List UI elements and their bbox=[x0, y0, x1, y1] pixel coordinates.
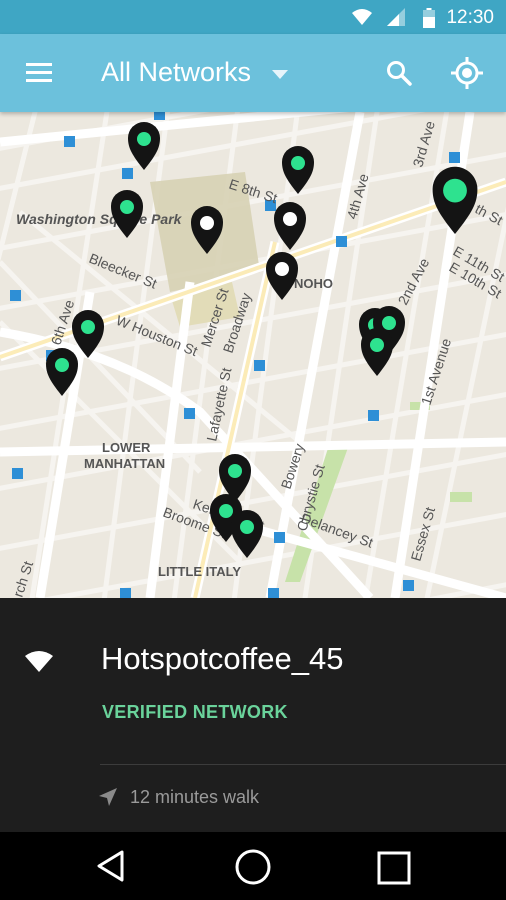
app-bar: All Networks bbox=[0, 34, 506, 112]
back-icon[interactable] bbox=[96, 850, 124, 882]
wifi-status-icon bbox=[352, 9, 372, 25]
dropdown-arrow-icon[interactable] bbox=[272, 70, 288, 79]
label-little-italy: LITTLE ITALY bbox=[158, 564, 241, 579]
walk-time: 12 minutes walk bbox=[130, 787, 260, 807]
recents-icon[interactable] bbox=[377, 851, 411, 885]
system-nav-bar bbox=[0, 832, 506, 900]
network-filter-dropdown[interactable]: All Networks bbox=[101, 57, 251, 88]
menu-icon[interactable] bbox=[26, 63, 52, 83]
map-view[interactable]: Washington Square Park Bleecker St W Hou… bbox=[0, 112, 506, 598]
network-name: Hotspotcoffee_45 bbox=[101, 641, 344, 676]
divider bbox=[100, 764, 506, 765]
label-washington-square-park: Washington Square Park bbox=[16, 211, 183, 227]
label-noho: NOHO bbox=[294, 276, 333, 291]
signal-icon bbox=[387, 8, 405, 26]
battery-icon bbox=[423, 8, 435, 28]
status-time: 12:30 bbox=[446, 7, 494, 28]
wifi-signal-icon bbox=[25, 651, 53, 672]
navigation-arrow-icon bbox=[99, 788, 117, 806]
label-lower-manhattan-2: MANHATTAN bbox=[84, 456, 165, 471]
network-detail-panel[interactable]: Hotspotcoffee_45 VERIFIED NETWORK 12 min… bbox=[0, 598, 506, 832]
status-bar: 12:30 bbox=[0, 0, 506, 34]
search-icon[interactable] bbox=[386, 60, 412, 86]
map-canvas[interactable]: Washington Square Park Bleecker St W Hou… bbox=[0, 112, 506, 598]
verified-network-badge: VERIFIED NETWORK bbox=[102, 702, 288, 722]
my-location-icon[interactable] bbox=[451, 57, 483, 89]
label-lower-manhattan-1: LOWER bbox=[102, 440, 151, 455]
home-icon[interactable] bbox=[235, 849, 271, 885]
